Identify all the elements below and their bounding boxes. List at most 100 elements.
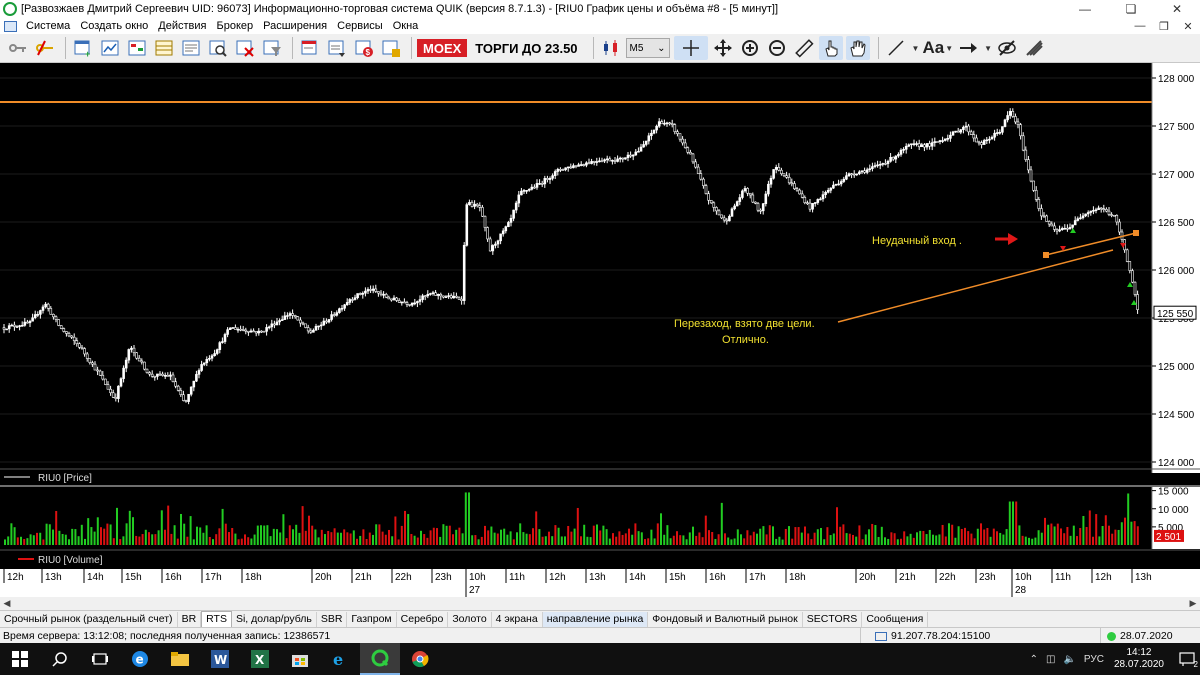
chrome-icon[interactable]	[400, 643, 440, 675]
scroll-track[interactable]	[14, 598, 1186, 609]
minimize-icon[interactable]: —	[1062, 0, 1108, 18]
task-view-icon[interactable]	[80, 643, 120, 675]
text-tool-button[interactable]: Aa	[922, 38, 944, 58]
chart-horizontal-scrollbar[interactable]: ◀ ▶	[0, 597, 1200, 611]
volume-bar	[919, 530, 922, 545]
taskbar-clock[interactable]: 14:12 28.07.2020	[1114, 647, 1164, 671]
portfolio-icon[interactable]	[379, 36, 403, 60]
new-window-icon[interactable]: +	[71, 36, 95, 60]
volume-bar	[704, 515, 707, 545]
child-window-icon[interactable]	[4, 20, 17, 32]
tab-sectors[interactable]: SECTORS	[803, 612, 863, 627]
tab-4-screens[interactable]: 4 экрана	[492, 612, 543, 627]
ruler-icon[interactable]	[792, 36, 816, 60]
chevron-down-icon[interactable]: ▼	[945, 44, 953, 53]
price-volume-chart[interactable]: Неудачный вход . Перезаход, взято две цел…	[0, 63, 1200, 597]
quotes-window-icon[interactable]	[125, 36, 149, 60]
key-connect-icon[interactable]	[6, 36, 30, 60]
candles-chart-icon[interactable]	[599, 36, 623, 60]
candle-body	[543, 178, 547, 185]
move-icon[interactable]	[711, 36, 735, 60]
zoom-out-icon[interactable]	[765, 36, 789, 60]
menu-broker[interactable]: Брокер	[212, 20, 259, 32]
store-icon[interactable]	[280, 643, 320, 675]
zoom-in-icon[interactable]	[738, 36, 762, 60]
candle-body	[897, 154, 900, 157]
candle-body	[548, 178, 552, 180]
edge-browser-icon[interactable]: e	[120, 643, 160, 675]
candle-body	[132, 347, 136, 354]
chevron-up-icon[interactable]: ⌃	[1030, 654, 1038, 665]
volume-bar	[128, 510, 131, 545]
notifications-icon[interactable]: 2	[1174, 648, 1200, 670]
tab-gazprom[interactable]: Газпром	[347, 612, 397, 627]
mdi-close-icon[interactable]: ✕	[1176, 20, 1200, 33]
menu-services[interactable]: Сервисы	[332, 20, 388, 32]
trend-line-icon[interactable]	[884, 36, 908, 60]
excel-icon[interactable]: X	[240, 643, 280, 675]
candle-body	[876, 164, 879, 167]
candle-body	[605, 158, 609, 161]
chevron-down-icon[interactable]: ▼	[912, 44, 920, 53]
volume-bar	[1015, 501, 1018, 545]
chart-window-icon[interactable]	[98, 36, 122, 60]
language-indicator[interactable]: РУС	[1084, 654, 1104, 665]
chart-window[interactable]: Неудачный вход . Перезаход, взято две цел…	[0, 63, 1200, 597]
candle-body	[826, 189, 830, 193]
candle-body	[114, 397, 118, 399]
volume-bar	[653, 538, 656, 545]
scroll-right-icon[interactable]: ▶	[1186, 598, 1200, 609]
tab-rts[interactable]: RTS	[201, 611, 232, 627]
table-window-icon[interactable]	[152, 36, 176, 60]
crosshair-icon[interactable]	[673, 36, 708, 60]
money-order-icon[interactable]: $	[352, 36, 376, 60]
stop-order-icon[interactable]	[325, 36, 349, 60]
tab-gold[interactable]: Золото	[448, 612, 492, 627]
hand-pointer-icon[interactable]	[818, 36, 843, 60]
key-disconnect-icon[interactable]	[33, 36, 57, 60]
orders-window-icon[interactable]	[179, 36, 203, 60]
delete-window-icon[interactable]	[233, 36, 257, 60]
menu-actions[interactable]: Действия	[153, 20, 211, 32]
eraser-icon[interactable]	[1022, 36, 1046, 60]
scroll-left-icon[interactable]: ◀	[0, 598, 14, 609]
tab-messages[interactable]: Сообщения	[862, 612, 929, 627]
quik-taskbar-icon[interactable]	[360, 643, 400, 675]
menu-windows[interactable]: Окна	[388, 20, 424, 32]
candle-body	[377, 291, 380, 294]
menu-create-window[interactable]: Создать окно	[75, 20, 153, 32]
moex-badge[interactable]: MOEX	[417, 39, 468, 57]
menu-extensions[interactable]: Расширения	[258, 20, 332, 32]
menu-system[interactable]: Система	[21, 20, 75, 32]
new-order-icon[interactable]	[298, 36, 322, 60]
search-icon[interactable]	[40, 643, 80, 675]
volume-icon[interactable]: 🔈	[1063, 654, 1075, 665]
mdi-restore-icon[interactable]: ❐	[1152, 20, 1176, 33]
word-icon[interactable]: W	[200, 643, 240, 675]
tab-stock-fx-market[interactable]: Фондовый и Валютный рынок	[648, 612, 803, 627]
tab-si[interactable]: Si, долар/рубль	[232, 612, 317, 627]
tab-futures-market[interactable]: Срочный рынок (раздельный счет)	[0, 612, 178, 627]
internet-explorer-icon[interactable]: e	[320, 643, 360, 675]
filter-window-icon[interactable]	[260, 36, 284, 60]
candle-body	[215, 349, 219, 354]
hide-objects-icon[interactable]	[995, 36, 1019, 60]
mdi-minimize-icon[interactable]: —	[1128, 20, 1152, 33]
arrow-right-icon[interactable]	[956, 36, 980, 60]
volume-bar	[580, 536, 582, 545]
tab-sbr[interactable]: SBR	[317, 612, 348, 627]
tab-br[interactable]: BR	[178, 612, 202, 627]
hand-grab-icon[interactable]	[845, 36, 870, 60]
timeframe-select[interactable]: M5 ⌄	[625, 38, 670, 58]
tab-silver[interactable]: Серебро	[397, 612, 449, 627]
windows-start-icon[interactable]	[0, 643, 40, 675]
tab-market-direction[interactable]: направление рынка	[542, 612, 649, 627]
volume-bar	[330, 532, 333, 545]
candle-body	[962, 126, 965, 130]
chevron-down-icon[interactable]: ▼	[984, 44, 992, 53]
close-icon[interactable]: ✕	[1154, 0, 1200, 18]
network-tray-icon[interactable]: ◫	[1046, 654, 1055, 665]
maximize-icon[interactable]: ❏	[1108, 0, 1154, 18]
file-explorer-icon[interactable]	[160, 643, 200, 675]
search-window-icon[interactable]	[206, 36, 230, 60]
